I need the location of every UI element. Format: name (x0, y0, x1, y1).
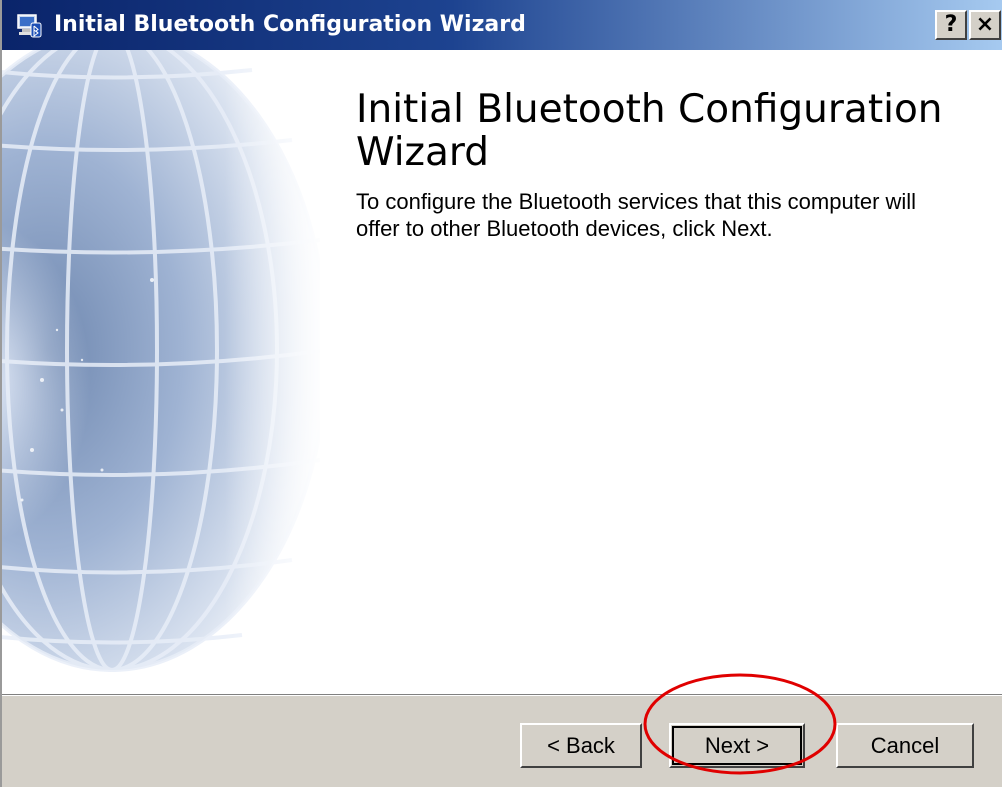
wizard-footer: < Back Next > Cancel (2, 696, 1002, 787)
bluetooth-computer-icon (17, 14, 42, 38)
globe-wireframe-graphic (2, 50, 320, 694)
help-icon: ? (944, 12, 958, 37)
cancel-button[interactable]: Cancel (836, 723, 974, 768)
back-button[interactable]: < Back (520, 723, 642, 768)
close-button[interactable]: × (969, 10, 1001, 40)
wizard-content: Initial Bluetooth Configuration Wizard T… (2, 50, 1002, 694)
wizard-description: To configure the Bluetooth services that… (356, 189, 917, 241)
help-button[interactable]: ? (935, 10, 967, 40)
wizard-heading: Initial Bluetooth Configuration Wizard (356, 87, 943, 175)
window-title: Initial Bluetooth Configuration Wizard (54, 12, 526, 37)
next-button[interactable]: Next > (669, 723, 805, 768)
close-icon: × (975, 12, 995, 37)
title-bar[interactable]: Initial Bluetooth Configuration Wizard ?… (2, 0, 1002, 50)
wizard-window: Initial Bluetooth Configuration Wizard ?… (0, 0, 1002, 787)
